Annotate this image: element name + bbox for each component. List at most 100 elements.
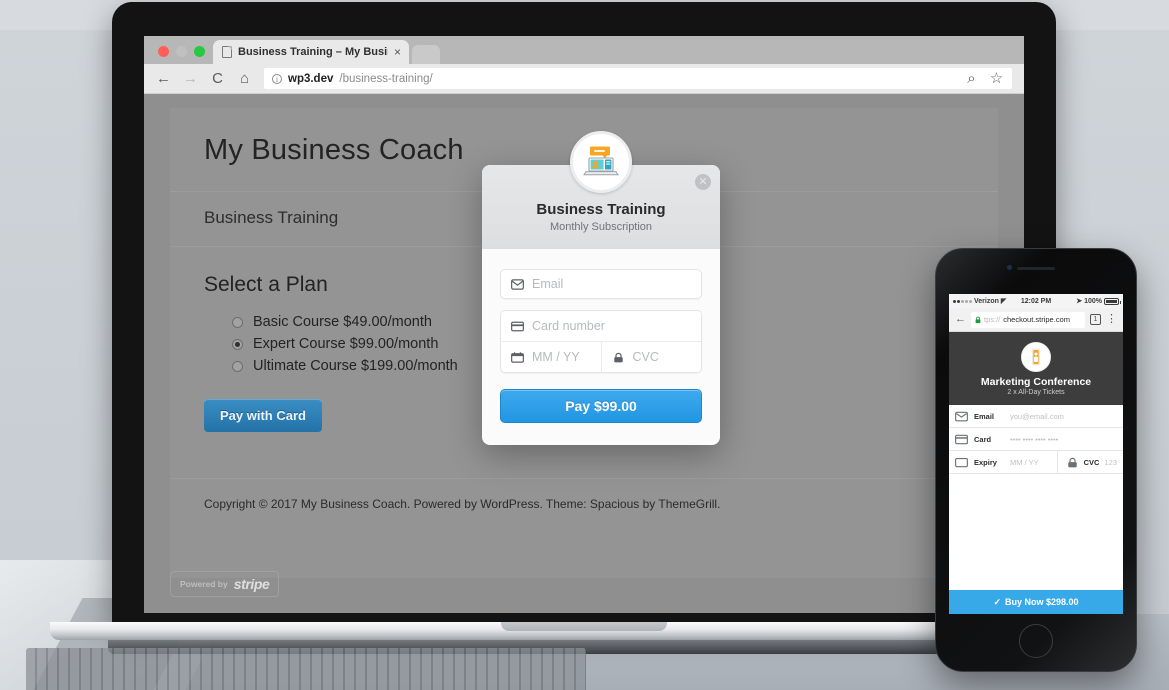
mobile-checkout-subtitle: 2 x All-Day Tickets bbox=[1007, 389, 1065, 396]
minimize-window-button[interactable] bbox=[176, 46, 187, 57]
mobile-checkout-title: Marketing Conference bbox=[980, 376, 1092, 388]
ticket-icon bbox=[1032, 348, 1040, 366]
email-field[interactable]: Email bbox=[500, 269, 702, 299]
mobile-email-label: Email bbox=[974, 411, 995, 421]
tab-count-button[interactable]: 1 bbox=[1090, 314, 1101, 325]
card-placeholder: Card number bbox=[532, 319, 605, 333]
expiry-field[interactable]: MM / YY bbox=[501, 342, 602, 372]
lock-icon bbox=[613, 352, 623, 362]
mobile-checkout-form: Email you@email.com Card •••• •••• •••• … bbox=[949, 405, 1123, 474]
radio-icon[interactable] bbox=[232, 316, 243, 328]
laptop-device: Business Training – My Busine × ← → C ⌂ … bbox=[50, 2, 1118, 654]
radio-icon-selected[interactable] bbox=[232, 338, 243, 350]
phone-screen: Verizon ◤ 12:02 PM ➤ 100% ← tps:// check… bbox=[949, 294, 1123, 614]
laptop-screen: Business Training – My Busine × ← → C ⌂ … bbox=[144, 36, 1024, 613]
email-placeholder: Email bbox=[532, 277, 564, 291]
forward-icon[interactable]: → bbox=[183, 71, 198, 86]
site-footer: Copyright © 2017 My Business Coach. Powe… bbox=[170, 478, 998, 529]
battery-icon bbox=[1104, 297, 1122, 305]
card-field-group: Card number MM / YY CVC bbox=[500, 310, 702, 373]
plan-label: Basic Course $49.00/month bbox=[253, 314, 432, 330]
clock: 12:02 PM bbox=[1020, 297, 1052, 305]
window-traffic-lights bbox=[154, 46, 213, 64]
merchant-avatar bbox=[1021, 342, 1051, 372]
mobile-card-label: Card bbox=[974, 434, 992, 444]
envelope-icon bbox=[511, 278, 524, 290]
calendar-icon bbox=[511, 351, 524, 363]
back-icon[interactable]: ← bbox=[955, 314, 966, 325]
mobile-cvc-label: CVC bbox=[1083, 457, 1100, 467]
buy-now-button[interactable]: ✓ Buy Now $298.00 bbox=[949, 590, 1123, 614]
pay-button[interactable]: Pay $99.00 bbox=[500, 389, 702, 423]
mobile-card-row[interactable]: Card •••• •••• •••• •••• bbox=[949, 428, 1123, 451]
browser-tab-strip: Business Training – My Busine × bbox=[144, 36, 1024, 64]
stripe-wordmark: stripe bbox=[233, 576, 270, 592]
battery-percent: 100% bbox=[1084, 297, 1103, 305]
url-host: wp3.dev bbox=[288, 72, 334, 85]
mobile-cvc-value: 123 bbox=[1104, 457, 1117, 467]
stripe-checkout-modal: ✕ Business Training Monthly Subscription… bbox=[482, 131, 720, 445]
modal-body: Email Card number MM / YY CVC Pay $99.00 bbox=[482, 249, 720, 445]
browser-tab-title: Business Training – My Busine bbox=[238, 46, 388, 58]
menu-icon[interactable]: ⋮ bbox=[1106, 314, 1117, 325]
modal-header: ✕ Business Training Monthly Subscription bbox=[482, 131, 720, 249]
phone-camera bbox=[1007, 265, 1012, 270]
expiry-placeholder: MM / YY bbox=[532, 350, 580, 364]
laptop-presentation-icon bbox=[583, 146, 619, 176]
home-icon[interactable]: ⌂ bbox=[237, 71, 252, 86]
browser-toolbar: ← → C ⌂ wp3.dev /business-training/ ⌕ ☆ bbox=[144, 64, 1024, 94]
mobile-expiry-value: MM / YY bbox=[1010, 457, 1039, 467]
cvc-placeholder: CVC bbox=[632, 350, 659, 364]
close-icon[interactable]: ✕ bbox=[695, 174, 711, 190]
plan-label: Ultimate Course $199.00/month bbox=[253, 358, 458, 374]
search-icon[interactable]: ⌕ bbox=[964, 71, 979, 86]
phone-device: Verizon ◤ 12:02 PM ➤ 100% ← tps:// check… bbox=[935, 248, 1137, 672]
address-bar[interactable]: wp3.dev /business-training/ ⌕ ☆ bbox=[264, 68, 1012, 89]
screenshot-stage: Business Training – My Busine × ← → C ⌂ … bbox=[0, 0, 1169, 690]
mobile-expiry-row[interactable]: Expiry MM / YY CVC 123 bbox=[949, 451, 1123, 474]
powered-by-stripe-badge: Powered by stripe bbox=[170, 571, 280, 597]
close-window-button[interactable] bbox=[158, 46, 169, 57]
new-tab-button[interactable] bbox=[412, 45, 440, 64]
calendar-icon bbox=[955, 457, 968, 467]
page-icon bbox=[222, 46, 232, 58]
location-arrow-icon: ➤ bbox=[1076, 298, 1083, 305]
bookmark-star-icon[interactable]: ☆ bbox=[989, 71, 1004, 86]
home-button[interactable] bbox=[1019, 624, 1053, 658]
mobile-address-bar[interactable]: tps://checkout.stripe.com bbox=[971, 311, 1085, 328]
keyboard-background bbox=[26, 648, 586, 690]
url-host: checkout.stripe.com bbox=[1003, 315, 1070, 324]
maximize-window-button[interactable] bbox=[194, 46, 205, 57]
lock-icon bbox=[975, 316, 981, 323]
mobile-browser-toolbar: ← tps://checkout.stripe.com 1 ⋮ bbox=[949, 308, 1123, 332]
lock-icon bbox=[1067, 457, 1077, 467]
status-bar: Verizon ◤ 12:02 PM ➤ 100% bbox=[949, 294, 1123, 308]
laptop-notch bbox=[501, 622, 667, 631]
back-icon[interactable]: ← bbox=[156, 71, 171, 86]
pay-with-card-button[interactable]: Pay with Card bbox=[204, 399, 322, 432]
signal-icon bbox=[953, 299, 972, 303]
buy-now-label: Buy Now $298.00 bbox=[1005, 597, 1079, 607]
card-number-field[interactable]: Card number bbox=[501, 311, 701, 341]
browser-tab-active[interactable]: Business Training – My Busine × bbox=[213, 40, 409, 64]
url-scheme: tps:// bbox=[984, 315, 1001, 324]
mobile-email-row[interactable]: Email you@email.com bbox=[949, 405, 1123, 428]
credit-card-icon bbox=[955, 434, 968, 444]
credit-card-icon bbox=[511, 321, 524, 331]
stripe-badge-prefix: Powered by bbox=[180, 579, 228, 589]
reload-icon[interactable]: C bbox=[210, 71, 225, 86]
check-icon: ✓ bbox=[993, 596, 1001, 607]
web-page: My Business Coach Business Training Sele… bbox=[144, 94, 1024, 613]
carrier-label: Verizon bbox=[974, 297, 999, 305]
modal-title: Business Training bbox=[536, 201, 666, 218]
mobile-card-value: •••• •••• •••• •••• bbox=[1010, 434, 1059, 444]
mobile-checkout-header: Marketing Conference 2 x All-Day Tickets bbox=[949, 332, 1123, 405]
envelope-icon bbox=[955, 411, 968, 421]
plan-label: Expert Course $99.00/month bbox=[253, 336, 439, 352]
site-info-icon[interactable] bbox=[272, 73, 282, 84]
close-icon[interactable]: × bbox=[394, 46, 401, 58]
cvc-field[interactable]: CVC bbox=[601, 342, 701, 372]
phone-speaker bbox=[1017, 267, 1055, 270]
radio-icon[interactable] bbox=[232, 360, 243, 372]
mobile-expiry-label: Expiry bbox=[974, 457, 997, 467]
